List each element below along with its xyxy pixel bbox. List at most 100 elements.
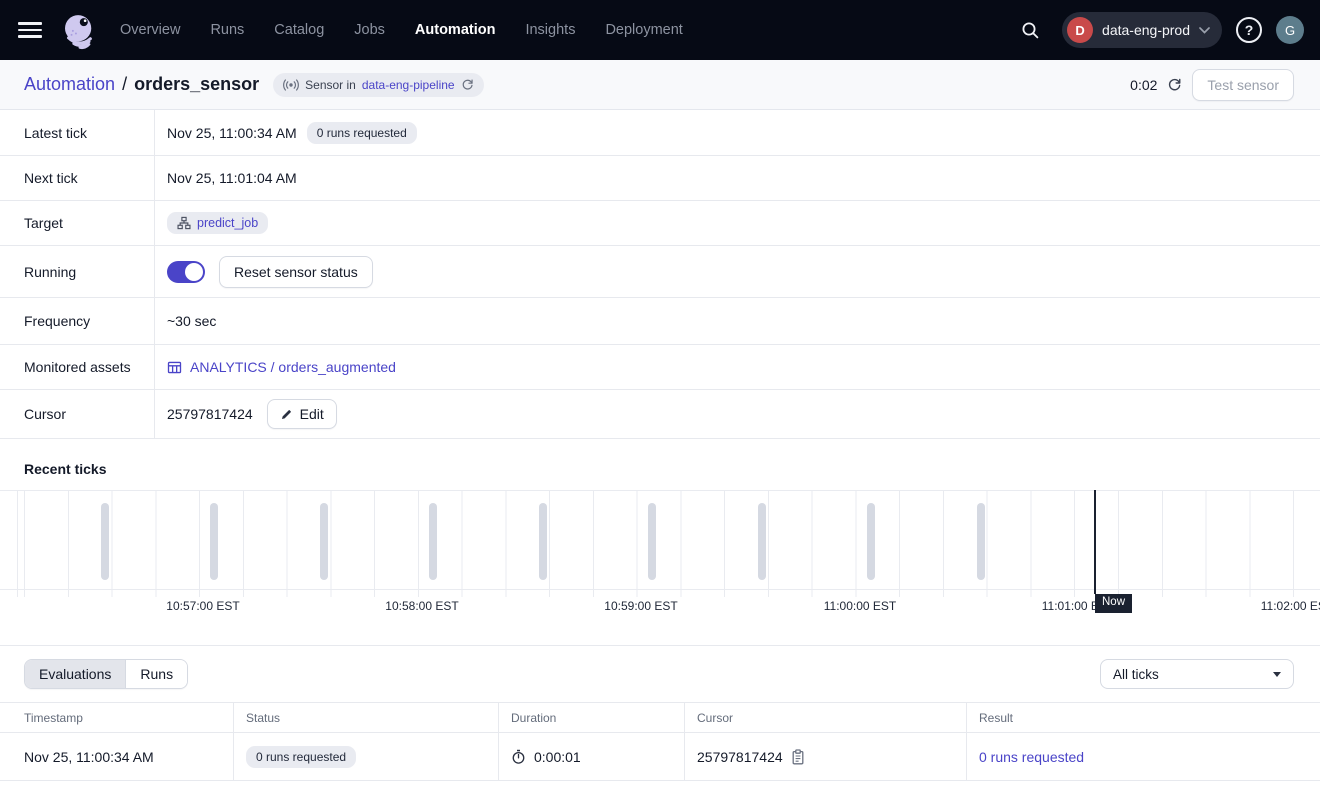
tab-evaluations[interactable]: Evaluations bbox=[25, 660, 125, 688]
cell-timestamp[interactable]: Nov 25, 11:00:34 AM bbox=[0, 733, 233, 780]
column-header-result: Result bbox=[966, 703, 1320, 732]
latest-tick-timestamp: Nov 25, 11:00:34 AM bbox=[167, 125, 297, 141]
target-job-pill[interactable]: predict_job bbox=[167, 212, 268, 234]
sensor-details: Latest tick Nov 25, 11:00:34 AM 0 runs r… bbox=[0, 110, 1320, 439]
search-icon[interactable] bbox=[1012, 12, 1048, 48]
code-location-link[interactable]: data-eng-pipeline bbox=[362, 78, 455, 92]
column-header-status: Status bbox=[233, 703, 498, 732]
page-title: orders_sensor bbox=[134, 74, 259, 95]
tick-bar[interactable] bbox=[867, 503, 875, 580]
row-frequency: Frequency ~30 sec bbox=[0, 298, 1320, 345]
top-nav: Overview Runs Catalog Jobs Automation Insight… bbox=[0, 0, 1320, 60]
now-badge: Now bbox=[1095, 594, 1132, 613]
sensor-location-badge: Sensor in data-eng-pipeline bbox=[273, 73, 483, 97]
tick-bar[interactable] bbox=[429, 503, 437, 580]
chevron-down-icon bbox=[1199, 27, 1210, 34]
refresh-icon[interactable] bbox=[1167, 77, 1182, 92]
timeline-axis-line bbox=[0, 589, 1320, 590]
running-toggle[interactable] bbox=[167, 261, 205, 283]
row-next-tick: Next tick Nov 25, 11:01:04 AM bbox=[0, 156, 1320, 201]
latest-tick-status-badge: 0 runs requested bbox=[307, 122, 417, 144]
breadcrumb-separator: / bbox=[122, 74, 127, 95]
tick-bar[interactable] bbox=[539, 503, 547, 580]
nav-item-deployment[interactable]: Deployment bbox=[605, 22, 682, 38]
column-header-timestamp: Timestamp bbox=[0, 703, 233, 732]
breadcrumb-automation[interactable]: Automation bbox=[24, 74, 115, 95]
copy-icon[interactable] bbox=[791, 749, 805, 765]
reload-icon[interactable] bbox=[461, 78, 474, 91]
frequency-value: ~30 sec bbox=[167, 313, 216, 329]
tick-bar[interactable] bbox=[977, 503, 985, 580]
nav-item-automation[interactable]: Automation bbox=[415, 22, 496, 38]
cell-status: 0 runs requested bbox=[233, 733, 498, 780]
primary-nav: Overview Runs Catalog Jobs Automation Insight… bbox=[120, 22, 683, 38]
test-sensor-button[interactable]: Test sensor bbox=[1192, 69, 1294, 101]
evaluations-table: TimestampStatusDurationCursorResult Nov … bbox=[0, 702, 1320, 781]
dagster-logo-icon[interactable] bbox=[56, 7, 102, 53]
timeline-time-label: 10:57:00 EST bbox=[166, 599, 239, 613]
evaluations-runs-tabs: EvaluationsRuns bbox=[24, 659, 188, 689]
column-header-cursor: Cursor bbox=[684, 703, 966, 732]
row-label: Latest tick bbox=[0, 110, 155, 155]
tab-runs[interactable]: Runs bbox=[125, 660, 187, 688]
sensor-icon bbox=[283, 79, 299, 91]
tick-bar[interactable] bbox=[758, 503, 766, 580]
nav-item-insights[interactable]: Insights bbox=[525, 22, 575, 38]
row-latest-tick: Latest tick Nov 25, 11:00:34 AM 0 runs r… bbox=[0, 110, 1320, 156]
next-tick-timestamp: Nov 25, 11:01:04 AM bbox=[167, 170, 297, 186]
row-label: Target bbox=[0, 201, 155, 245]
row-running: Running Reset sensor status bbox=[0, 246, 1320, 298]
table-header: TimestampStatusDurationCursorResult bbox=[0, 702, 1320, 733]
page-header: Automation / orders_sensor Sensor in dat… bbox=[0, 60, 1320, 110]
column-header-duration: Duration bbox=[498, 703, 684, 732]
now-marker-line bbox=[1094, 490, 1096, 594]
timeline-gridlines bbox=[0, 490, 1320, 597]
nav-item-runs[interactable]: Runs bbox=[210, 22, 244, 38]
duration-value: 0:00:01 bbox=[534, 749, 581, 765]
result-link[interactable]: 0 runs requested bbox=[979, 749, 1084, 765]
tick-filter-value: All ticks bbox=[1113, 667, 1159, 682]
tick-bar[interactable] bbox=[101, 503, 109, 580]
tick-bar[interactable] bbox=[210, 503, 218, 580]
tick-filter-select[interactable]: All ticks bbox=[1100, 659, 1294, 689]
row-label: Next tick bbox=[0, 156, 155, 200]
deployment-name: data-eng-prod bbox=[1102, 22, 1190, 38]
cell-result: 0 runs requested bbox=[966, 733, 1320, 780]
monitored-asset-label: ANALYTICS / orders_augmented bbox=[190, 359, 396, 375]
row-label: Monitored assets bbox=[0, 345, 155, 389]
nav-item-jobs[interactable]: Jobs bbox=[354, 22, 385, 38]
row-label: Frequency bbox=[0, 298, 155, 344]
asset-table-icon bbox=[167, 360, 182, 375]
sensor-badge-prefix: Sensor in bbox=[305, 78, 356, 92]
cursor-cell-value: 25797817424 bbox=[697, 749, 783, 765]
recent-ticks-timeline[interactable]: 10:57:00 EST 10:58:00 EST 10:59:00 EST 11:0… bbox=[0, 490, 1320, 615]
row-label: Cursor bbox=[0, 390, 155, 438]
status-badge: 0 runs requested bbox=[246, 746, 356, 768]
timeline-top-border bbox=[0, 490, 1320, 491]
evaluations-section: EvaluationsRuns All ticks TimestampStatu… bbox=[0, 645, 1320, 781]
tick-bar[interactable] bbox=[320, 503, 328, 580]
nav-item-catalog[interactable]: Catalog bbox=[274, 22, 324, 38]
caret-down-icon bbox=[1273, 672, 1281, 677]
tick-bar[interactable] bbox=[648, 503, 656, 580]
user-avatar[interactable]: G bbox=[1276, 16, 1304, 44]
job-graph-icon bbox=[177, 216, 191, 230]
pencil-icon bbox=[280, 408, 293, 421]
target-job-link[interactable]: predict_job bbox=[197, 216, 258, 230]
row-target: Target predict_job bbox=[0, 201, 1320, 246]
row-label: Running bbox=[0, 246, 155, 297]
timeline-time-label: 10:58:00 EST bbox=[385, 599, 458, 613]
monitored-asset-link[interactable]: ANALYTICS / orders_augmented bbox=[167, 359, 396, 375]
timeline-time-label: 11:02:00 EST bbox=[1261, 599, 1320, 613]
nav-item-overview[interactable]: Overview bbox=[120, 22, 180, 38]
help-icon[interactable]: ? bbox=[1236, 17, 1262, 43]
recent-ticks-heading: Recent ticks bbox=[0, 439, 1320, 490]
edit-cursor-button[interactable]: Edit bbox=[267, 399, 337, 429]
timeline-time-label: 10:59:00 EST bbox=[604, 599, 677, 613]
deployment-switcher[interactable]: D data-eng-prod bbox=[1062, 12, 1222, 48]
hamburger-menu-icon[interactable] bbox=[18, 22, 42, 38]
table-row: Nov 25, 11:00:34 AM 0 runs requested 0:00:… bbox=[0, 733, 1320, 781]
row-cursor: Cursor 25797817424 Edit bbox=[0, 390, 1320, 439]
reset-sensor-status-button[interactable]: Reset sensor status bbox=[219, 256, 373, 288]
row-monitored-assets: Monitored assets ANALYTICS / orders_augm… bbox=[0, 345, 1320, 390]
